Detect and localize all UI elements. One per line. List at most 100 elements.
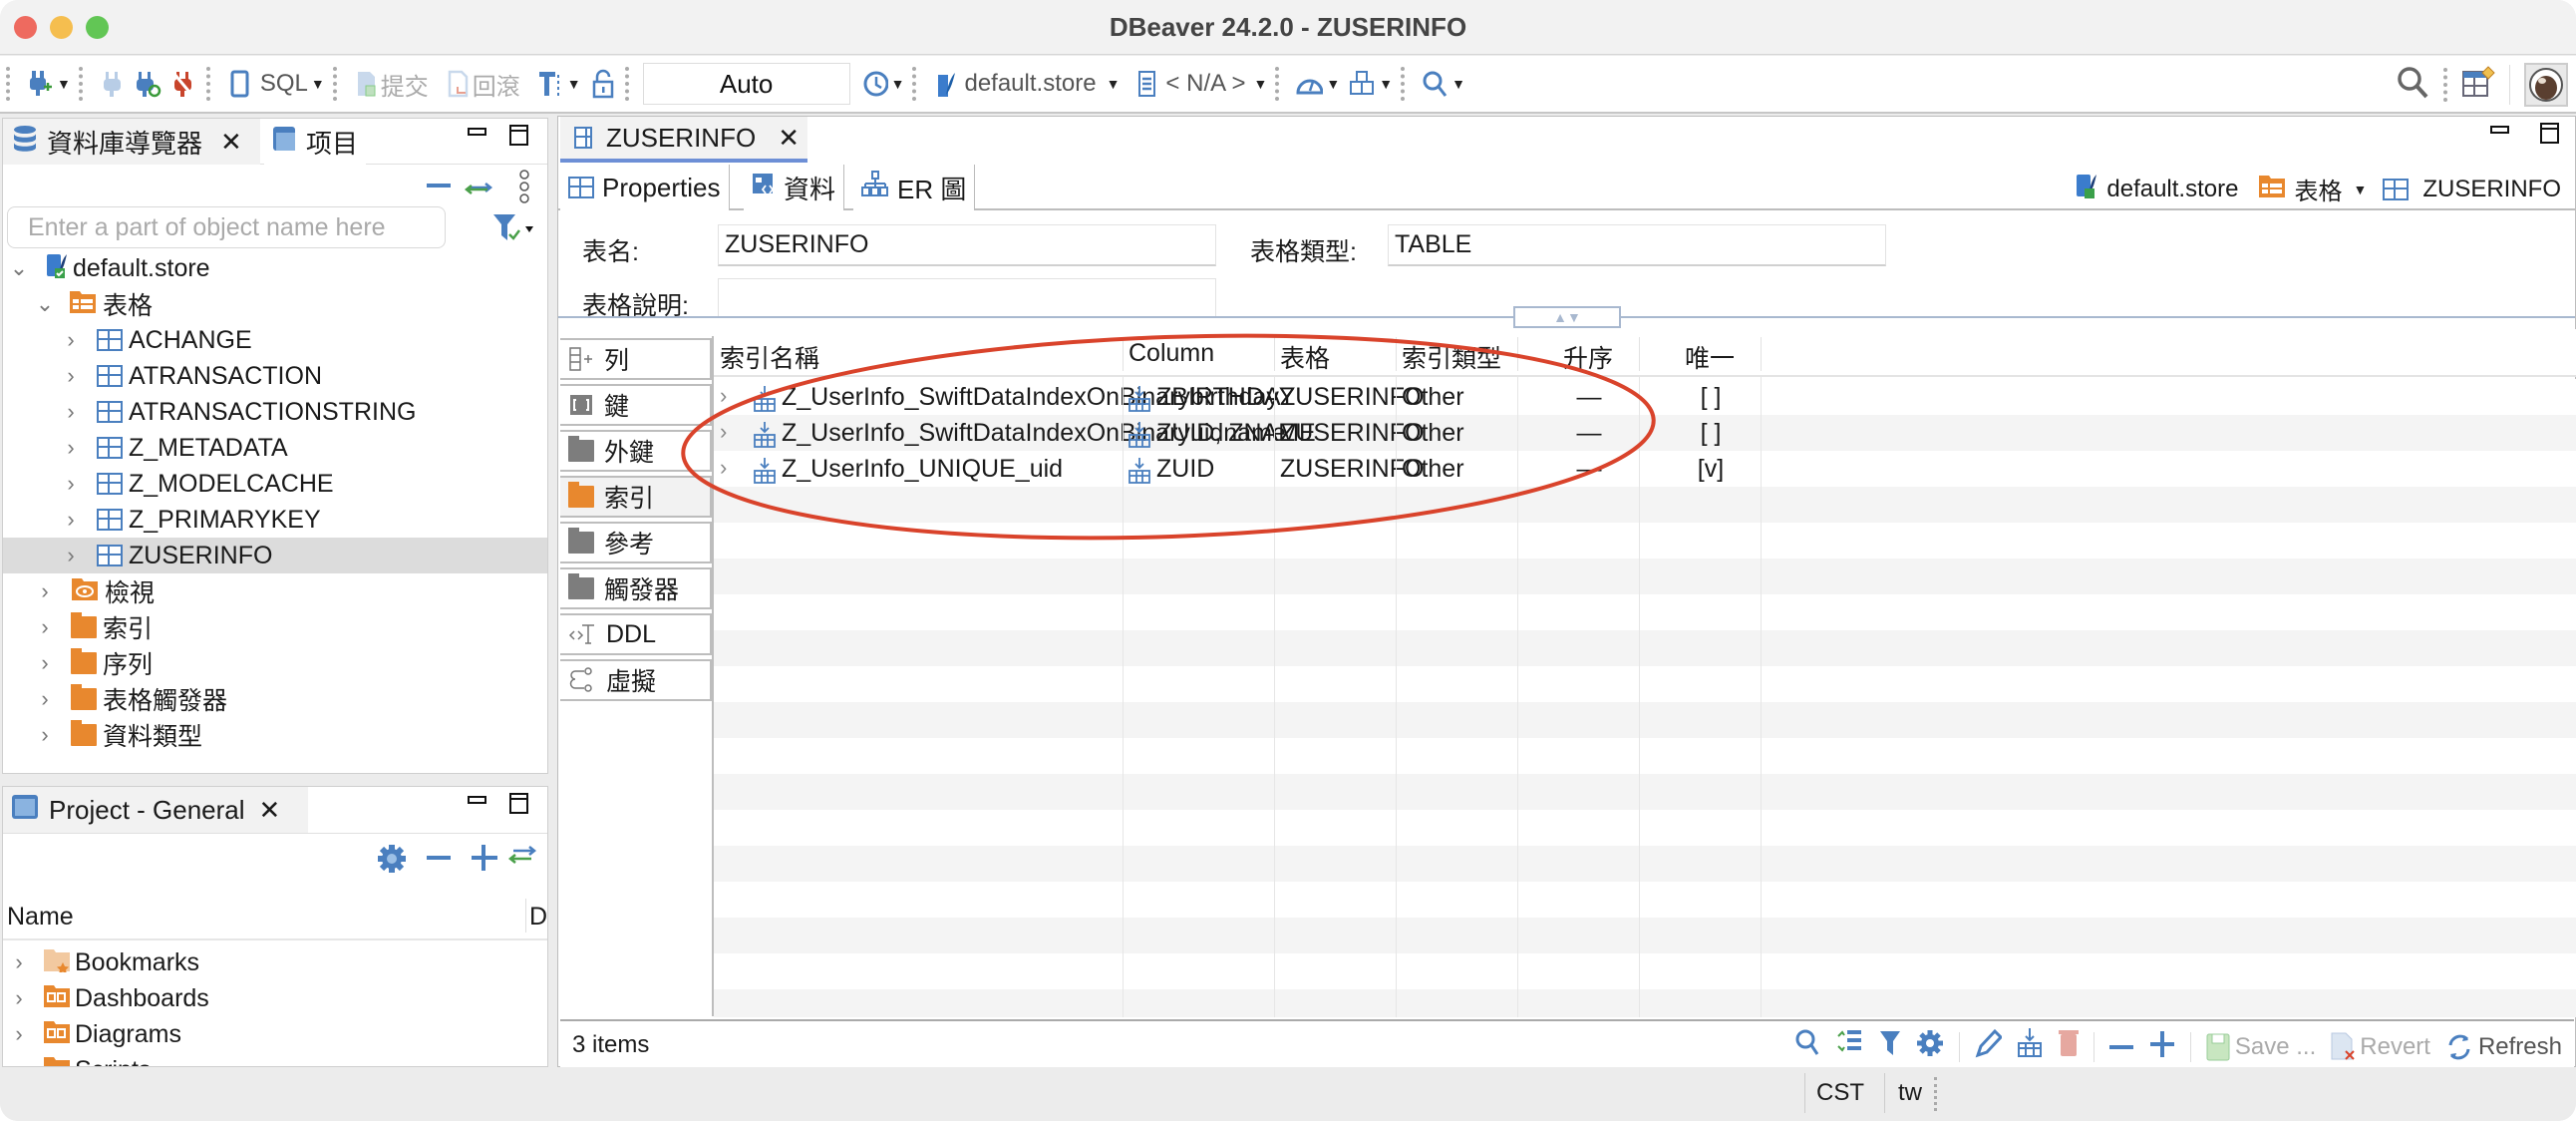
breadcrumb-folder[interactable]: 表格 <box>2294 172 2342 206</box>
minimize-panel-icon[interactable] <box>468 123 487 149</box>
project-item[interactable]: › Dashboards <box>3 980 547 1016</box>
subtab-properties[interactable]: Properties <box>560 165 730 210</box>
index-unique[interactable]: [v] <box>1681 455 1741 484</box>
breadcrumb-datasource[interactable]: default.store <box>2106 176 2238 203</box>
chevron-right-icon[interactable]: › <box>720 455 727 481</box>
chevron-down-icon[interactable]: ⌄ <box>9 255 29 281</box>
tab-projects[interactable]: 项目 <box>264 119 367 165</box>
status-grip[interactable] <box>1934 1077 1937 1111</box>
chevron-right-icon[interactable]: › <box>9 1021 29 1047</box>
chevron-right-icon[interactable]: › <box>61 327 81 353</box>
dbeaver-perspective-avatar[interactable] <box>2524 63 2568 107</box>
chevron-right-icon[interactable]: › <box>61 399 81 425</box>
side-tab[interactable]: 外鍵 <box>560 430 712 472</box>
delete-trash-icon[interactable] <box>2058 1027 2080 1066</box>
navigator-search-input[interactable]: Enter a part of object name here <box>7 206 446 248</box>
chevron-right-icon[interactable]: › <box>61 471 81 497</box>
chevron-down-icon[interactable]: ⌄ <box>35 291 55 317</box>
tree-node-table[interactable]: › Z_PRIMARYKEY <box>3 502 547 538</box>
history-button[interactable]: ▼ <box>860 64 904 104</box>
subtab-data[interactable]: 資料 <box>744 165 845 210</box>
filter-icon[interactable] <box>491 212 533 249</box>
expand-icon[interactable] <box>2148 1027 2176 1066</box>
column-settings-icon[interactable] <box>1835 1028 1865 1065</box>
chevron-right-icon[interactable]: › <box>9 949 29 975</box>
side-tab[interactable]: 索引 <box>560 476 712 518</box>
table-type-field[interactable]: TABLE <box>1388 224 1886 266</box>
chevron-right-icon[interactable]: › <box>61 363 81 389</box>
maximize-editor-icon[interactable] <box>2540 123 2560 151</box>
column-divider[interactable] <box>1274 337 1275 371</box>
chevron-right-icon[interactable]: › <box>61 543 81 568</box>
chevron-right-icon[interactable]: › <box>35 722 55 748</box>
breadcrumb-table[interactable]: ZUSERINFO <box>2422 176 2561 203</box>
tree-node-folder[interactable]: › 序列 <box>3 645 547 681</box>
revert-button[interactable]: Revert <box>2330 1031 2430 1063</box>
column-header-description[interactable]: D <box>529 903 547 932</box>
close-icon[interactable]: ✕ <box>259 795 281 826</box>
chevron-right-icon[interactable]: › <box>720 419 727 445</box>
table-row[interactable]: › Z_UserInfo_UNIQUE_uid ZUID ZUSERINFO Other… <box>714 451 2576 487</box>
tree-node-tables-folder[interactable]: ⌄ 表格 <box>3 286 547 322</box>
toggle-form-button[interactable]: ▲▼ <box>1513 306 1621 328</box>
save-button[interactable]: Save ... <box>2205 1032 2316 1062</box>
chevron-right-icon[interactable]: › <box>35 614 55 640</box>
chevron-right-icon[interactable]: › <box>35 650 55 676</box>
column-header[interactable]: Column <box>1128 339 1214 368</box>
rollback-button[interactable]: 回滾 <box>445 64 520 104</box>
link-with-editor-icon[interactable] <box>464 174 493 202</box>
tree-node-folder[interactable]: › 索引 <box>3 609 547 645</box>
table-description-field[interactable] <box>718 278 1216 316</box>
subtab-er-diagram[interactable]: ER 圖 <box>853 165 976 210</box>
side-tab[interactable]: 鍵 <box>560 384 712 426</box>
tab-database-navigator[interactable]: 資料庫導覽器 ✕ <box>3 119 260 165</box>
add-icon[interactable] <box>470 841 499 878</box>
collapse-icon[interactable] <box>2108 1033 2134 1061</box>
commit-button[interactable]: 提交 <box>353 64 429 104</box>
side-tab[interactable]: DDL <box>560 613 712 655</box>
datasource-selector[interactable]: default.store ▼ <box>932 64 1120 104</box>
column-header[interactable]: 升序 <box>1563 339 1613 375</box>
connect-button[interactable] <box>99 64 127 104</box>
chevron-right-icon[interactable]: › <box>9 985 29 1011</box>
chevron-right-icon[interactable]: › <box>35 578 55 604</box>
gear-icon[interactable] <box>1915 1028 1945 1065</box>
tab-zuserinfo[interactable]: ZUSERINFO ✕ <box>560 117 807 163</box>
tree-node-table[interactable]: › ATRANSACTIONSTRING <box>3 394 547 430</box>
column-divider[interactable] <box>1123 337 1124 371</box>
maximize-panel-icon[interactable] <box>509 125 529 153</box>
schema-selector[interactable]: < N/A > ▼ <box>1133 64 1267 104</box>
minimize-panel-icon[interactable] <box>468 791 487 817</box>
close-icon[interactable]: ✕ <box>220 127 242 158</box>
tree-node-table[interactable]: › ATRANSACTION <box>3 358 547 394</box>
tree-node-folder[interactable]: › 表格觸發器 <box>3 681 547 717</box>
edit-pencil-icon[interactable] <box>1974 1027 2003 1066</box>
gear-icon[interactable] <box>376 843 408 880</box>
project-item[interactable]: › Diagrams <box>3 1016 547 1052</box>
lock-button[interactable] <box>589 64 617 104</box>
column-header-name[interactable]: Name <box>7 903 74 932</box>
minimize-editor-icon[interactable] <box>2490 121 2510 147</box>
chevron-right-icon[interactable]: › <box>720 383 727 409</box>
table-name-field[interactable]: ZUSERINFO <box>718 224 1216 266</box>
index-unique[interactable]: [ ] <box>1681 419 1741 448</box>
collapse-all-icon[interactable] <box>426 851 452 870</box>
timezone-status[interactable]: CST <box>1816 1079 1864 1107</box>
locale-status[interactable]: tw <box>1898 1079 1922 1107</box>
transaction-mode-field[interactable]: Auto <box>642 63 850 105</box>
search-icon[interactable] <box>1793 1027 1821 1066</box>
project-item[interactable]: › Bookmarks <box>3 944 547 980</box>
transaction-mode-button[interactable]: ▼ <box>536 64 581 104</box>
column-header[interactable]: 索引類型 <box>1402 339 1501 375</box>
object-manager-button[interactable]: ▼ <box>1348 64 1393 104</box>
project-item[interactable]: › Scripts <box>3 1052 547 1066</box>
view-menu-icon[interactable] <box>517 169 531 209</box>
new-table-perspective-icon[interactable] <box>2461 65 2495 105</box>
disconnect-button[interactable] <box>170 64 198 104</box>
chevron-right-icon[interactable]: › <box>35 686 55 712</box>
maximize-panel-icon[interactable] <box>509 793 529 821</box>
sql-editor-button[interactable]: SQL ▼ <box>226 64 325 104</box>
global-search-icon[interactable] <box>2396 65 2429 106</box>
chevron-right-icon[interactable]: › <box>9 1057 29 1066</box>
column-header[interactable]: 索引名稱 <box>720 339 819 375</box>
